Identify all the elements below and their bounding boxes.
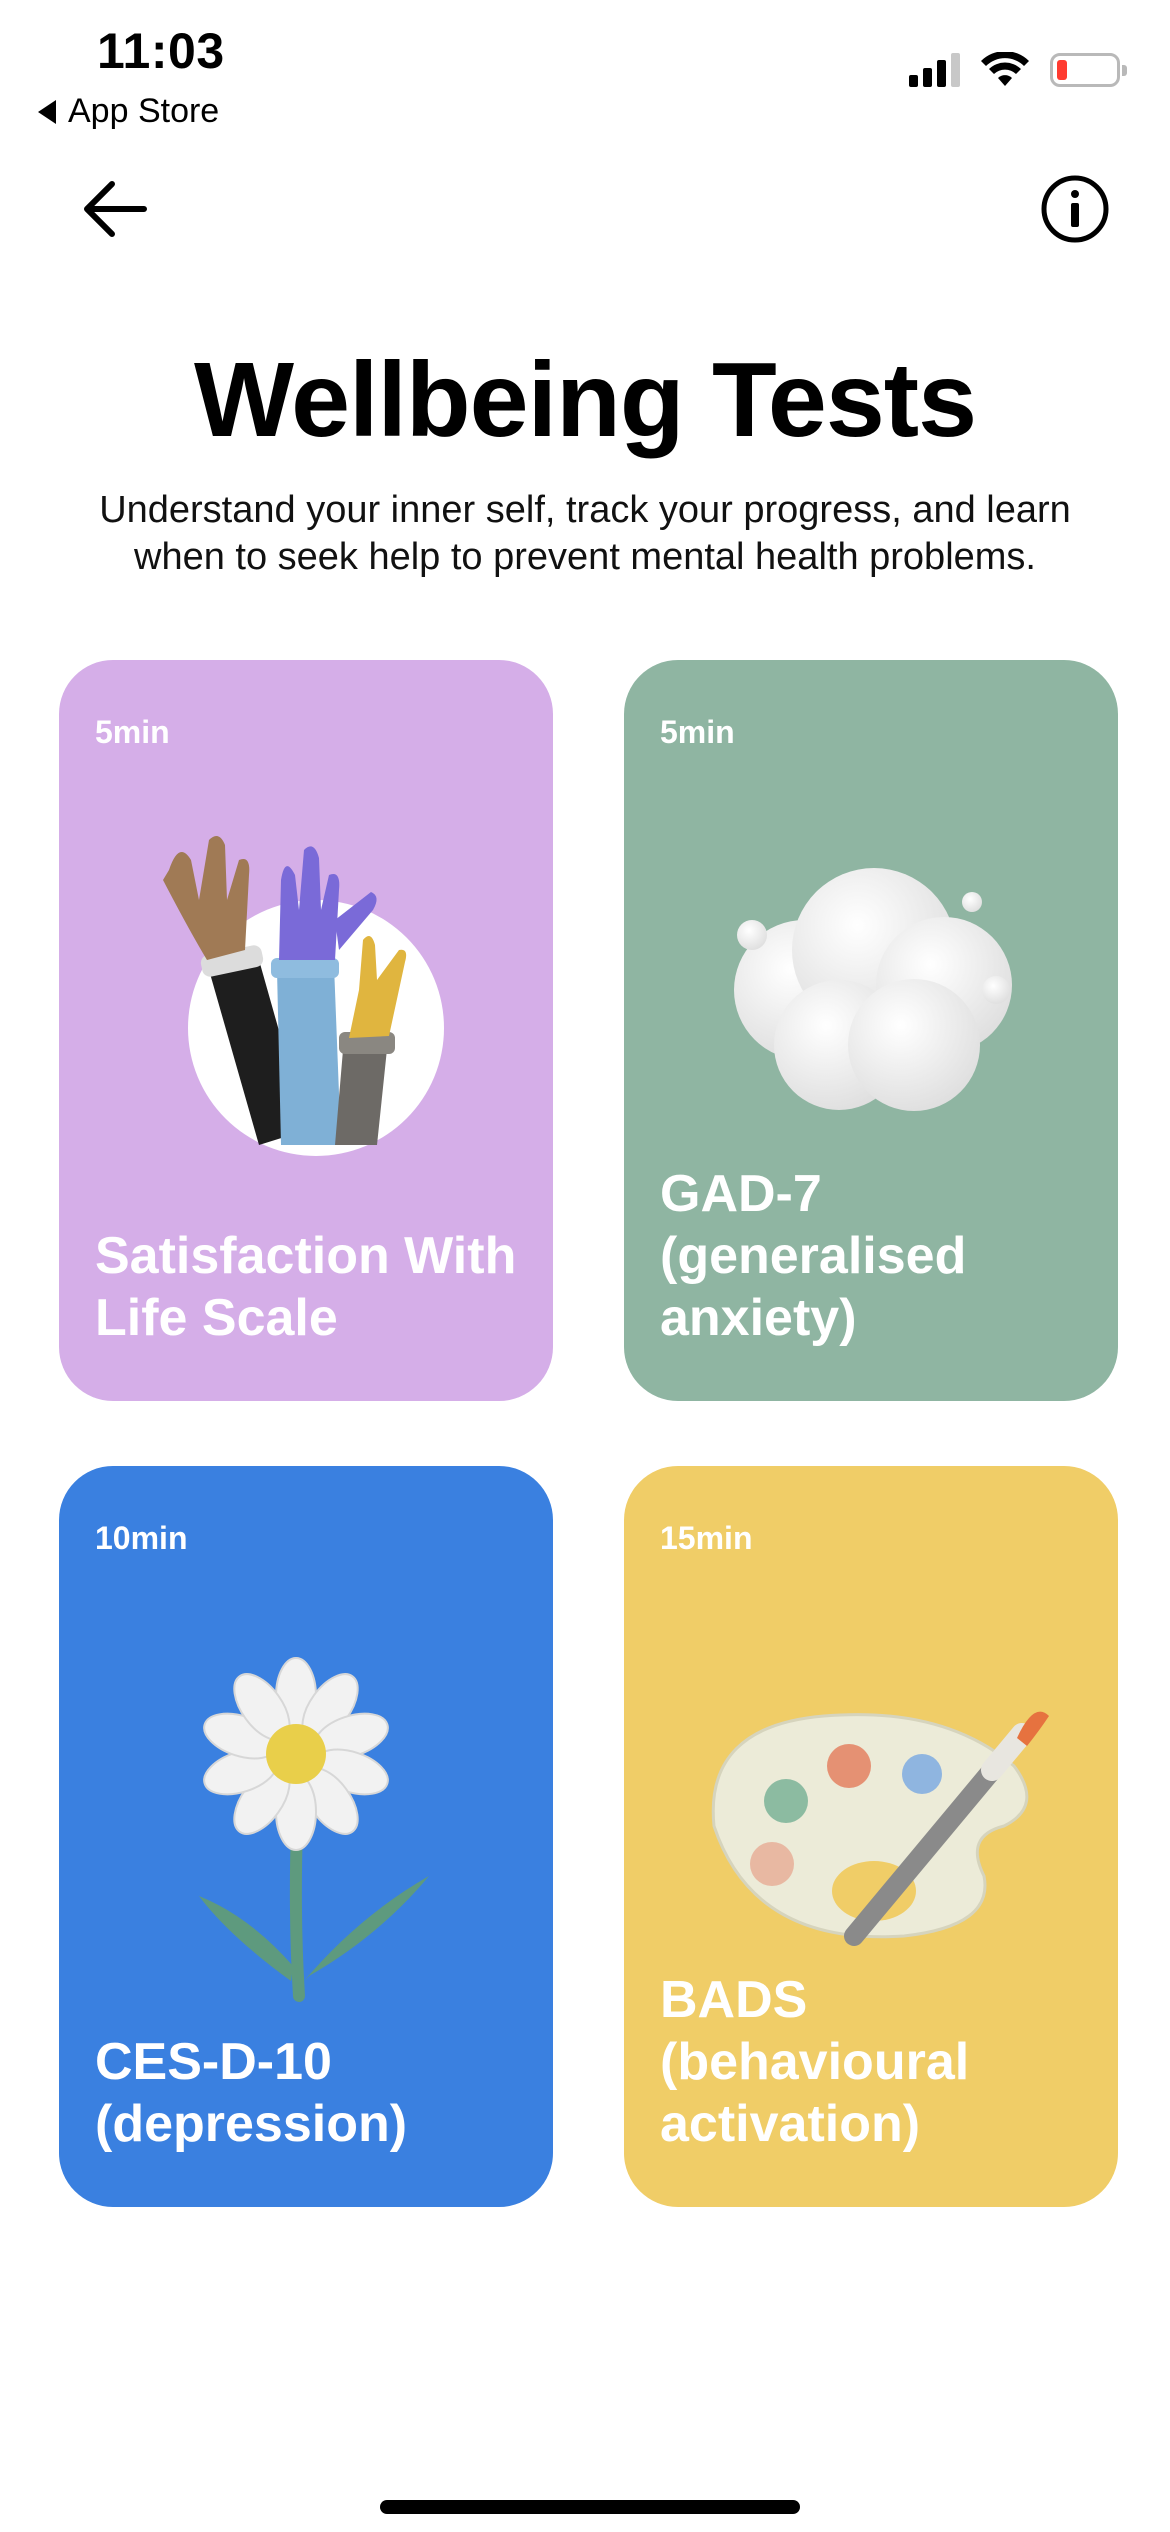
daisy-flower-illustration bbox=[199, 1657, 429, 2002]
test-title: BADS (behavioural activation) bbox=[660, 1971, 970, 2153]
page-title: Wellbeing Tests bbox=[193, 341, 977, 459]
test-duration: 5min bbox=[95, 714, 170, 750]
cellular-signal-icon bbox=[909, 53, 960, 87]
paint-palette-illustration bbox=[711, 1711, 1049, 1946]
back-triangle-icon bbox=[38, 99, 56, 124]
page-subtitle: Understand your inner self, track your p… bbox=[99, 489, 1071, 578]
arrow-left-icon[interactable] bbox=[78, 172, 152, 246]
raised-hands-illustration bbox=[163, 836, 444, 1156]
test-card-ces-d-10[interactable]: 10min CES-D-10 (depression) bbox=[59, 1466, 553, 2207]
test-duration: 10min bbox=[95, 1520, 188, 1556]
back-to-app-store[interactable]: App Store bbox=[38, 92, 219, 131]
test-card-bads[interactable]: 15min BADS (behavioural activation) bbox=[624, 1466, 1118, 2207]
test-title: GAD-7 (generalised anxiety) bbox=[660, 1165, 967, 1347]
cloud-illustration bbox=[734, 868, 1012, 1111]
battery-low-icon bbox=[1050, 53, 1127, 87]
test-duration: 15min bbox=[660, 1520, 753, 1556]
test-card-gad-7[interactable]: 5min GAD-7 (generalised anxiety) bbox=[624, 660, 1118, 1401]
test-title: CES-D-10 (depression) bbox=[95, 2033, 408, 2153]
status-icons bbox=[909, 52, 1127, 88]
home-indicator[interactable] bbox=[380, 2500, 800, 2514]
wifi-icon bbox=[981, 52, 1029, 86]
back-to-app-label: App Store bbox=[68, 92, 220, 130]
wellbeing-tests-screen: 11:03 App Store Wellbeing Tests Understa… bbox=[0, 0, 1170, 2532]
test-card-satisfaction-with-life[interactable]: 5min Satisfaction With Life Scale bbox=[59, 660, 553, 1401]
info-icon[interactable] bbox=[1038, 172, 1112, 246]
test-duration: 5min bbox=[660, 714, 735, 750]
test-title: Satisfaction With Life Scale bbox=[95, 1227, 517, 1347]
status-time: 11:03 bbox=[97, 23, 225, 79]
